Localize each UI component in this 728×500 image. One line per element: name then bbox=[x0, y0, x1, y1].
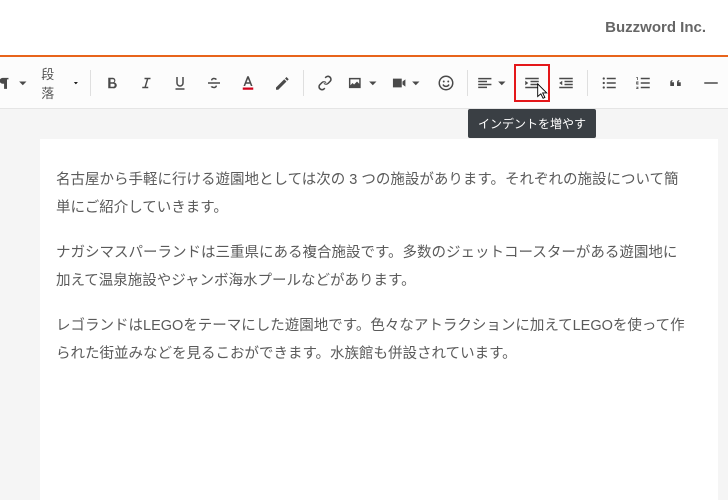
text-color-button[interactable] bbox=[231, 65, 265, 101]
tooltip-text: インデントを増やす bbox=[478, 117, 586, 131]
underline-button[interactable] bbox=[163, 65, 197, 101]
more-button[interactable] bbox=[694, 65, 728, 101]
highlight-icon bbox=[273, 74, 291, 92]
editor-content[interactable]: 名古屋から手軽に行ける遊園地としては次の 3 つの施設があります。それぞれの施設… bbox=[40, 139, 718, 500]
indent-increase-icon bbox=[523, 74, 541, 92]
blockquote-button[interactable] bbox=[660, 65, 694, 101]
chevron-down-icon bbox=[493, 74, 511, 92]
italic-button[interactable] bbox=[129, 65, 163, 101]
paragraph: レゴランドはLEGOをテーマにした遊園地です。色々なアトラクションに加えてLEG… bbox=[56, 313, 690, 368]
ordered-list-button[interactable] bbox=[626, 65, 660, 101]
quote-icon bbox=[668, 74, 686, 92]
numbered-list-icon bbox=[634, 74, 652, 92]
header: Buzzword Inc. bbox=[0, 0, 728, 55]
link-icon bbox=[316, 74, 334, 92]
image-button[interactable] bbox=[342, 65, 385, 101]
image-icon bbox=[346, 74, 364, 92]
bold-icon bbox=[103, 74, 121, 92]
link-button[interactable] bbox=[308, 65, 342, 101]
content-wrap: 名古屋から手軽に行ける遊園地としては次の 3 つの施設があります。それぞれの施設… bbox=[0, 109, 728, 500]
strikethrough-icon bbox=[205, 74, 223, 92]
emoji-button[interactable] bbox=[429, 65, 463, 101]
unordered-list-button[interactable] bbox=[592, 65, 626, 101]
pilcrow-icon bbox=[0, 74, 14, 92]
paragraph-select[interactable]: 段落 bbox=[35, 65, 86, 101]
paragraph-select-label: 段落 bbox=[41, 64, 66, 102]
align-button[interactable] bbox=[472, 65, 515, 101]
toolbar-separator bbox=[587, 70, 588, 96]
align-left-icon bbox=[476, 74, 494, 92]
video-icon bbox=[390, 74, 408, 92]
toolbar-separator bbox=[467, 70, 468, 96]
emoji-icon bbox=[437, 74, 455, 92]
more-icon bbox=[702, 74, 720, 92]
toolbar-separator bbox=[90, 70, 91, 96]
chevron-down-icon bbox=[407, 74, 425, 92]
paragraph: 名古屋から手軽に行ける遊園地としては次の 3 つの施設があります。それぞれの施設… bbox=[56, 167, 690, 222]
paragraph-mark-button[interactable] bbox=[0, 65, 35, 101]
editor-toolbar: 段落 インデントを増やす bbox=[0, 57, 728, 109]
italic-icon bbox=[137, 74, 155, 92]
text-color-icon bbox=[239, 74, 257, 92]
bullet-list-icon bbox=[600, 74, 618, 92]
toolbar-separator bbox=[303, 70, 304, 96]
tooltip: インデントを増やす bbox=[468, 109, 596, 138]
paragraph: ナガシマスパーランドは三重県にある複合施設です。多数のジェットコースターがある遊… bbox=[56, 240, 690, 295]
chevron-down-icon bbox=[364, 74, 382, 92]
brand-label: Buzzword Inc. bbox=[605, 19, 706, 36]
chevron-down-icon bbox=[14, 74, 32, 92]
chevron-down-icon bbox=[71, 78, 81, 88]
indent-increase-button[interactable]: インデントを増やす bbox=[515, 65, 549, 101]
indent-decrease-icon bbox=[557, 74, 575, 92]
strikethrough-button[interactable] bbox=[197, 65, 231, 101]
bold-button[interactable] bbox=[95, 65, 129, 101]
highlight-button[interactable] bbox=[265, 65, 299, 101]
indent-decrease-button[interactable] bbox=[549, 65, 583, 101]
video-button[interactable] bbox=[386, 65, 429, 101]
underline-icon bbox=[171, 74, 189, 92]
